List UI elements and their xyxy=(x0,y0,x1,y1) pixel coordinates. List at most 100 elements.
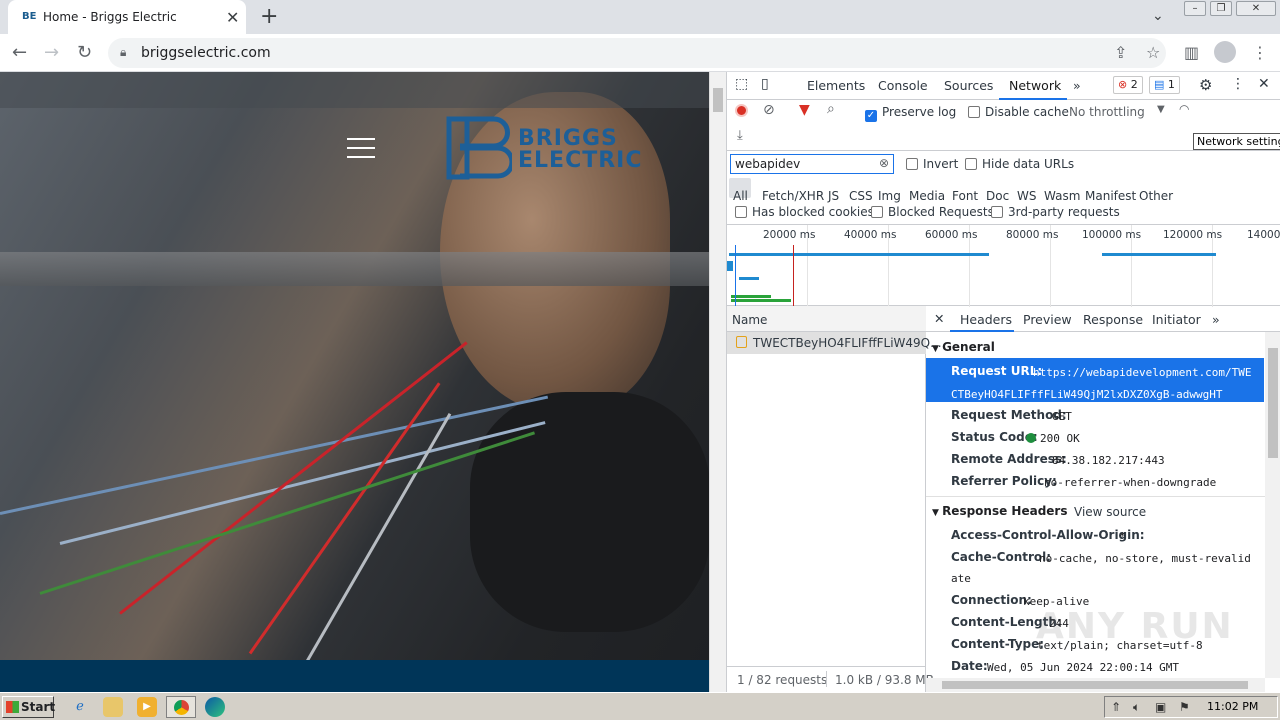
browser-menu-icon[interactable]: ⋮ xyxy=(1252,43,1268,62)
remote-address-value[interactable]: 84.38.182.217:443 xyxy=(1052,454,1165,467)
clear-filter-icon[interactable]: ⊗ xyxy=(879,156,889,170)
forward-icon[interactable]: → xyxy=(44,42,59,63)
filter-type-ws[interactable]: WS xyxy=(1017,189,1036,203)
close-detail-icon[interactable]: ✕ xyxy=(934,311,944,326)
preserve-log-checkbox[interactable]: ✓ Preserve log xyxy=(865,105,956,122)
search-icon[interactable]: ⌕ xyxy=(827,101,835,117)
minimize-button[interactable]: – xyxy=(1184,1,1206,16)
general-section-header[interactable]: ▼ General xyxy=(932,340,995,354)
tab-response[interactable]: Response xyxy=(1083,312,1143,327)
name-column-header[interactable]: Name xyxy=(727,306,926,332)
response-headers-section-header[interactable]: ▼ Response Headers xyxy=(932,504,1068,518)
filter-type-fetch-xhr[interactable]: Fetch/XHR xyxy=(762,189,824,203)
scrollbar-thumb[interactable] xyxy=(942,681,1248,689)
share-icon[interactable]: ⇪ xyxy=(1114,43,1127,62)
more-tabs-icon[interactable]: » xyxy=(1073,78,1081,93)
side-panel-icon[interactable]: ▥ xyxy=(1184,43,1199,62)
page-scrollbar-thumb[interactable] xyxy=(713,88,723,112)
throttling-dropdown-icon[interactable]: ▼ xyxy=(1157,104,1165,115)
scrollbar-thumb[interactable] xyxy=(1268,348,1278,458)
tab-headers[interactable]: Headers xyxy=(960,312,1012,327)
file-explorer-icon[interactable] xyxy=(103,697,123,717)
status-code-value[interactable]: 200 OK xyxy=(1040,432,1080,445)
view-source-link[interactable]: View source xyxy=(1074,505,1146,519)
disable-cache-checkbox[interactable]: Disable cache xyxy=(968,105,1069,119)
network-conditions-icon[interactable]: ◠ xyxy=(1179,102,1189,116)
filter-type-media[interactable]: Media xyxy=(909,189,945,203)
reload-icon[interactable]: ↻ xyxy=(77,42,92,63)
tab-search-chevron-icon[interactable]: ⌄ xyxy=(1152,8,1164,24)
filter-type-wasm[interactable]: Wasm xyxy=(1044,189,1080,203)
detail-horizontal-scrollbar[interactable] xyxy=(926,678,1265,692)
inspect-element-icon[interactable]: ⬚ xyxy=(735,76,748,92)
clear-icon[interactable]: ⊘ xyxy=(763,102,775,118)
address-url[interactable]: briggselectric.com xyxy=(141,45,271,61)
has-blocked-cookies-checkbox[interactable]: Has blocked cookies xyxy=(735,205,874,219)
address-bar[interactable]: 🔒︎ briggselectric.com xyxy=(108,38,1166,68)
chrome-taskbar-button[interactable] xyxy=(166,696,196,718)
table-row[interactable]: TWECTBeyHO4FLIFffFLiW49Q... xyxy=(727,332,942,354)
tab-network[interactable]: Network xyxy=(1009,78,1061,93)
network-overview-timeline[interactable]: 20000 ms 40000 ms 60000 ms 80000 ms 1000… xyxy=(727,224,1280,307)
third-party-checkbox[interactable]: 3rd-party requests xyxy=(991,205,1120,219)
start-button[interactable]: Start xyxy=(2,696,55,718)
import-har-icon[interactable]: ⤓ xyxy=(737,128,743,143)
tab-elements[interactable]: Elements xyxy=(807,78,865,93)
tab-preview[interactable]: Preview xyxy=(1023,312,1072,327)
tab-close-icon[interactable]: ✕ xyxy=(226,8,239,27)
more-detail-tabs-icon[interactable]: » xyxy=(1212,312,1220,327)
filter-type-other[interactable]: Other xyxy=(1139,189,1173,203)
invert-checkbox[interactable]: Invert xyxy=(906,157,958,171)
profile-avatar[interactable] xyxy=(1214,41,1236,63)
new-tab-icon[interactable]: + xyxy=(260,4,278,29)
volume-icon[interactable]: 🔈︎ xyxy=(1133,700,1140,715)
briggs-logo-mark-icon[interactable] xyxy=(446,116,512,180)
messages-badge[interactable]: ▤ 1 xyxy=(1149,76,1180,94)
tab-initiator[interactable]: Initiator xyxy=(1152,312,1201,327)
settings-gear-icon[interactable]: ⚙ xyxy=(1199,76,1212,94)
devtools-menu-icon[interactable]: ⋮ xyxy=(1231,76,1245,92)
referrer-policy-value[interactable]: no-referrer-when-downgrade xyxy=(1044,476,1216,489)
lock-icon[interactable]: 🔒︎ xyxy=(120,45,126,60)
hide-data-urls-checkbox[interactable]: Hide data URLs xyxy=(965,157,1074,171)
tab-console[interactable]: Console xyxy=(878,78,928,93)
security-icon[interactable]: ⚑ xyxy=(1179,700,1190,714)
acao-value[interactable]: * xyxy=(1119,530,1126,543)
filter-type-all[interactable]: All xyxy=(733,189,748,203)
internet-explorer-icon[interactable]: ℯ xyxy=(70,697,90,717)
media-player-icon[interactable]: ▶ xyxy=(137,697,157,717)
filter-input[interactable] xyxy=(730,154,894,174)
filter-type-doc[interactable]: Doc xyxy=(986,189,1009,203)
filter-type-manifest[interactable]: Manifest xyxy=(1085,189,1136,203)
detail-vertical-scrollbar[interactable] xyxy=(1265,332,1280,678)
filter-type-css[interactable]: CSS xyxy=(849,189,873,203)
filter-type-img[interactable]: Img xyxy=(878,189,901,203)
blocked-requests-checkbox[interactable]: Blocked Requests xyxy=(871,205,994,219)
filter-type-font[interactable]: Font xyxy=(952,189,978,203)
cache-control-value-line2[interactable]: ate xyxy=(951,572,971,585)
restore-button[interactable]: ❐ xyxy=(1210,1,1232,16)
briggs-logo-text[interactable]: BRIGGS ELECTRIC xyxy=(518,128,643,172)
filter-type-js[interactable]: JS xyxy=(828,189,839,203)
record-icon[interactable] xyxy=(735,104,748,117)
network-icon[interactable]: ▣ xyxy=(1155,700,1166,714)
menu-hamburger-icon[interactable] xyxy=(347,138,375,158)
edge-icon[interactable] xyxy=(205,697,225,717)
errors-badge[interactable]: ⊗ 2 xyxy=(1113,76,1143,94)
request-method-value[interactable]: GET xyxy=(1052,410,1072,423)
devtools-close-icon[interactable]: ✕ xyxy=(1258,76,1270,92)
tray-expand-icon[interactable]: ⇑ xyxy=(1111,700,1121,714)
device-toolbar-icon[interactable]: ▯ xyxy=(761,76,769,92)
filter-icon[interactable]: ▼ xyxy=(799,102,810,118)
back-icon[interactable]: ← xyxy=(12,42,27,63)
browser-tab[interactable]: BE Home - Briggs Electric ✕ xyxy=(8,0,246,34)
request-url-value-line1[interactable]: https://webapidevelopment.com/TWE xyxy=(1033,366,1252,379)
bookmark-star-icon[interactable]: ☆ xyxy=(1146,43,1160,62)
cache-control-value-line1[interactable]: no-cache, no-store, must-revalid xyxy=(1039,552,1251,565)
window-close-button[interactable]: ✕ xyxy=(1236,1,1276,16)
page-scrollbar[interactable] xyxy=(709,72,726,692)
throttling-select[interactable]: No throttling xyxy=(1069,105,1145,119)
date-value[interactable]: Wed, 05 Jun 2024 22:00:14 GMT xyxy=(987,661,1179,674)
request-url-value-line2[interactable]: CTBeyHO4FLIFffFLiW49QjM2lxDXZ0XgB-adwwgH… xyxy=(951,388,1223,401)
tab-sources[interactable]: Sources xyxy=(944,78,993,93)
